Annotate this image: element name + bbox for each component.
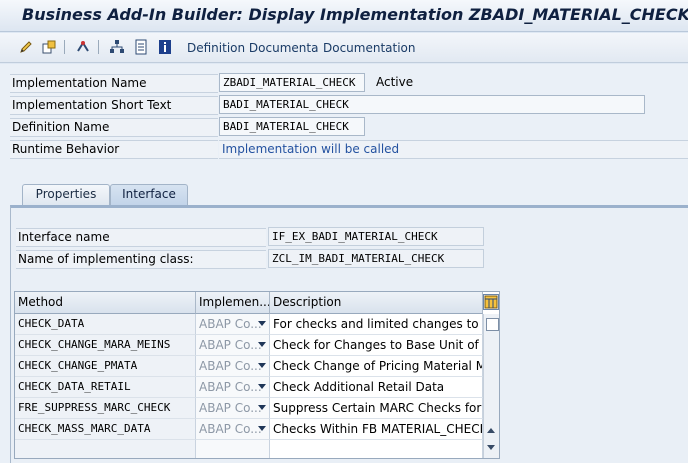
impl-value: ABAP Co...: [199, 317, 262, 331]
table-row-impl-dropdown[interactable]: ABAP Co...: [196, 398, 270, 419]
table-vertical-scrollbar[interactable]: [483, 314, 499, 458]
impl-value: ABAP Co...: [199, 338, 262, 352]
table-row-impl-dropdown[interactable]: ABAP Co...: [196, 377, 270, 398]
impl-value: ABAP Co...: [199, 401, 262, 415]
table-row-description: Check Change of Pricing Material MAR.: [270, 356, 483, 377]
list-icon[interactable]: [132, 39, 150, 55]
column-header-implementation[interactable]: Implemen...: [196, 292, 270, 314]
table-row-impl[interactable]: [196, 440, 270, 458]
application-toolbar: Definition Documenta Documentation: [0, 33, 688, 63]
impl-class-label: Name of implementing class:: [16, 250, 266, 269]
definition-name-field[interactable]: BADI_MATERIAL_CHECK: [219, 117, 365, 136]
dropdown-arrow-icon[interactable]: [258, 405, 266, 410]
runtime-behavior-label: Runtime Behavior: [10, 140, 218, 159]
toolbar-separator: [64, 40, 65, 54]
definition-name-label: Definition Name: [10, 118, 218, 137]
where-used-icon[interactable]: [74, 39, 92, 55]
window-title: Business Add-In Builder: Display Impleme…: [22, 5, 688, 24]
table-row-description: [270, 440, 483, 458]
table-row-description: Check for Changes to Base Unit of Me: [270, 335, 483, 356]
impl-class-field[interactable]: ZCL_IM_BADI_MATERIAL_CHECK: [268, 249, 484, 268]
dropdown-arrow-icon[interactable]: [258, 363, 266, 368]
short-text-field[interactable]: BADI_MATERIAL_CHECK: [219, 95, 645, 114]
implementation-name-field[interactable]: ZBADI_MATERIAL_CHECK: [219, 73, 365, 92]
tab-properties[interactable]: Properties: [22, 184, 110, 205]
interface-name-label: Interface name: [16, 228, 266, 247]
table-row-description: Suppress Certain MARC Checks for F&I: [270, 398, 483, 419]
table-row-method[interactable]: CHECK_DATA_RETAIL: [15, 377, 196, 398]
edit-pencil-icon[interactable]: [17, 39, 35, 55]
documentation-button[interactable]: Documentation: [323, 41, 416, 55]
table-row-method[interactable]: CHECK_CHANGE_PMATA: [15, 356, 196, 377]
info-icon[interactable]: [156, 39, 174, 55]
table-row-impl-dropdown[interactable]: ABAP Co...: [196, 335, 270, 356]
dropdown-arrow-icon[interactable]: [258, 426, 266, 431]
status-text: Active: [376, 75, 414, 89]
runtime-behavior-value: Implementation will be called: [219, 140, 688, 159]
column-header-method[interactable]: Method: [15, 292, 196, 314]
table-row-impl-dropdown[interactable]: ABAP Co...: [196, 419, 270, 440]
table-row-impl-dropdown[interactable]: ABAP Co...: [196, 314, 270, 335]
tab-interface[interactable]: Interface: [110, 184, 188, 205]
table-row-impl-dropdown[interactable]: ABAP Co...: [196, 356, 270, 377]
hierarchy-icon[interactable]: [108, 39, 126, 55]
other-object-icon[interactable]: [40, 39, 58, 55]
table-row-method[interactable]: [15, 440, 196, 458]
implementation-name-label: Implementation Name: [10, 74, 218, 93]
dropdown-arrow-icon[interactable]: [258, 384, 266, 389]
table-row-description: Check Additional Retail Data: [270, 377, 483, 398]
table-row-method[interactable]: CHECK_DATA: [15, 314, 196, 335]
definition-documentation-button[interactable]: Definition Documenta: [187, 41, 318, 55]
table-row-method[interactable]: FRE_SUPPRESS_MARC_CHECK: [15, 398, 196, 419]
short-text-label: Implementation Short Text: [10, 96, 218, 115]
toolbar-separator: [98, 40, 99, 54]
table-row-description: For checks and limited changes to ma: [270, 314, 483, 335]
title-bar: Business Add-In Builder: Display Impleme…: [0, 0, 688, 32]
methods-table: Method Implemen... Description CHECK_DAT…: [14, 291, 500, 459]
table-row-method[interactable]: CHECK_MASS_MARC_DATA: [15, 419, 196, 440]
scroll-up-icon[interactable]: [487, 428, 495, 433]
dropdown-arrow-icon[interactable]: [258, 342, 266, 347]
impl-value: ABAP Co...: [199, 380, 262, 394]
table-row-method[interactable]: CHECK_CHANGE_MARA_MEINS: [15, 335, 196, 356]
dropdown-arrow-icon[interactable]: [258, 321, 266, 326]
interface-name-field[interactable]: IF_EX_BADI_MATERIAL_CHECK: [268, 227, 484, 246]
scroll-down-icon[interactable]: [487, 445, 495, 450]
table-layout-icon[interactable]: [483, 294, 499, 310]
impl-value: ABAP Co...: [199, 359, 262, 373]
table-row-description: Checks Within FB MATERIAL_CHECK_I: [270, 419, 483, 440]
select-all-checkbox[interactable]: [486, 318, 499, 331]
column-header-description[interactable]: Description: [270, 292, 483, 314]
impl-value: ABAP Co...: [199, 422, 262, 436]
